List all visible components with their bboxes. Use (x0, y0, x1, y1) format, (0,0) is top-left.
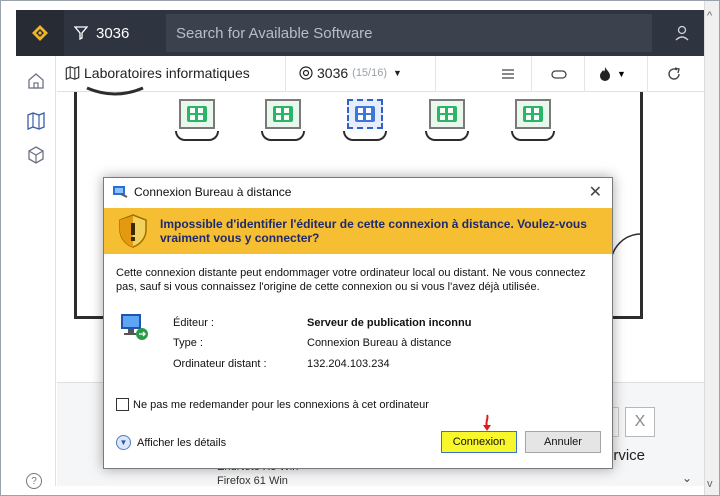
window-border (0, 0, 720, 496)
app-window: 3036 Search for Available Software Labor… (0, 0, 720, 496)
